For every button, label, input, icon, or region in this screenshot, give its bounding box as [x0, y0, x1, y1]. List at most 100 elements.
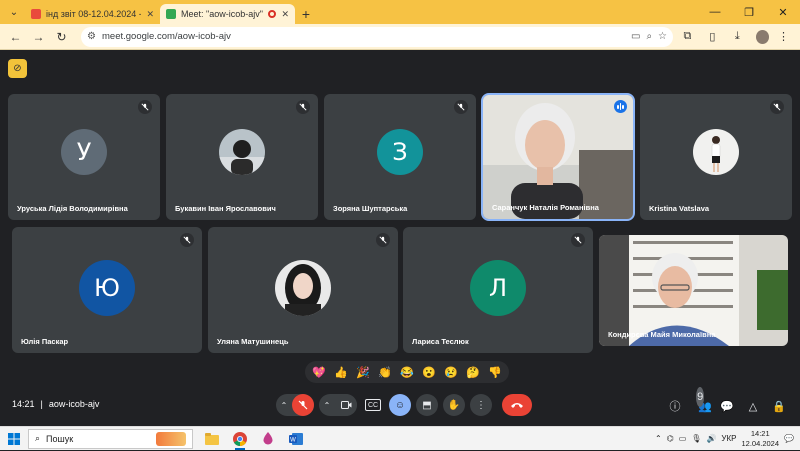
participant-count-badge: 9: [696, 387, 705, 407]
reaction-party-icon[interactable]: 🎉: [353, 362, 373, 382]
close-tab-icon[interactable]: ✕: [281, 9, 289, 20]
notifications-icon[interactable]: 💬: [784, 434, 794, 443]
zoom-icon[interactable]: ⌕: [646, 31, 652, 42]
reactions-bar: 💖 👍 🎉 👏 😂 😮 😢 🤔 👎: [305, 361, 509, 383]
participant-tile[interactable]: Kristina Vatslava: [640, 94, 792, 220]
reaction-laugh-icon[interactable]: 😂: [397, 362, 417, 382]
mic-off-icon: [454, 100, 468, 114]
participant-name: Зоряна Шуптарська: [333, 204, 408, 213]
participant-tile[interactable]: У Уруська Лідія Володимирівна: [8, 94, 160, 220]
emoji-reactions-button[interactable]: ☺: [389, 394, 411, 416]
close-window-icon[interactable]: ✕: [766, 0, 800, 24]
leave-call-button[interactable]: [502, 394, 532, 416]
meet-favicon-icon: [166, 9, 176, 19]
reaction-surprised-icon[interactable]: 😮: [419, 362, 439, 382]
network-icon[interactable]: ⌬: [667, 434, 674, 443]
side-panel-icon[interactable]: ▯: [702, 27, 723, 47]
browser-tab-bar: ⌄ інд звіт 08-12.04.2024 - m.koru ✕ Meet…: [0, 0, 800, 24]
chrome-icon[interactable]: [227, 427, 253, 451]
taskbar-clock[interactable]: 14:21 12.04.2024: [741, 429, 779, 449]
volume-icon[interactable]: 🔊: [706, 434, 716, 443]
reaction-clap-icon[interactable]: 👏: [375, 362, 395, 382]
word-icon[interactable]: W: [283, 427, 309, 451]
system-tray: ⌃ ⌬ ▭ 🎙 🔊 УКР 14:21 12.04.2024 💬: [655, 429, 800, 449]
reaction-heart-icon[interactable]: 💖: [309, 362, 329, 382]
people-icon[interactable]: 9 👥: [690, 387, 712, 416]
avatar: [275, 260, 331, 316]
participant-video: [483, 95, 633, 219]
activities-icon[interactable]: △: [742, 396, 764, 416]
monitor-icon[interactable]: ▭: [679, 434, 687, 443]
clock-date: 12.04.2024: [741, 438, 780, 448]
taskbar-search[interactable]: ⌕ Пошук: [28, 428, 193, 449]
participant-name: Букавин Іван Ярославович: [175, 204, 276, 213]
camera-button[interactable]: [335, 394, 357, 416]
new-tab-button[interactable]: +: [295, 4, 317, 24]
side-controls: ⓘ 9 👥 💬 △ 🔒: [664, 387, 790, 416]
omnibox[interactable]: ⚙ meet.google.com/aow-icob-ajv ▭ ⌕ ☆: [81, 26, 674, 47]
browser-tab-report[interactable]: інд звіт 08-12.04.2024 - m.koru ✕: [25, 4, 160, 24]
app-drop-icon[interactable]: [255, 427, 281, 451]
captions-button[interactable]: CC: [365, 399, 381, 411]
avatar: Ю: [79, 260, 135, 316]
mic-off-button[interactable]: [292, 394, 314, 416]
maximize-icon[interactable]: ❐: [732, 0, 766, 24]
video-options-chevron-icon[interactable]: ⌃: [319, 394, 335, 416]
windows-start-icon[interactable]: [0, 427, 28, 451]
mic-off-icon: [296, 100, 310, 114]
tab-title: інд звіт 08-12.04.2024 - m.koru: [46, 9, 141, 19]
reaction-thumbs-up-icon[interactable]: 👍: [331, 362, 351, 382]
participant-tile[interactable]: Уляна Матушинець: [208, 227, 398, 353]
participant-tile-active-speaker[interactable]: Саранчук Наталія Романівна: [481, 93, 635, 221]
mic-control-group: ⌃: [276, 394, 314, 416]
camera-control-group: ⌃: [319, 394, 357, 416]
reaction-thinking-icon[interactable]: 🤔: [463, 362, 483, 382]
extensions-icon[interactable]: ⧉: [677, 27, 698, 47]
language-indicator[interactable]: УКР: [721, 434, 736, 443]
more-options-button[interactable]: ⋮: [470, 394, 492, 416]
captions-off-icon[interactable]: ⊘: [8, 59, 27, 78]
meeting-code[interactable]: aow-icob-ajv: [49, 399, 100, 409]
address-bar-row: ← → ↻ ⚙ meet.google.com/aow-icob-ajv ▭ ⌕…: [0, 24, 800, 50]
menu-icon[interactable]: ⋮: [773, 27, 794, 47]
raise-hand-button[interactable]: ✋: [443, 394, 465, 416]
audio-options-chevron-icon[interactable]: ⌃: [276, 394, 292, 416]
gmail-favicon-icon: [31, 9, 41, 19]
tab-title: Meet: "aow-icob-ajv": [181, 9, 263, 19]
participant-tile[interactable]: Ю Юлія Паскар: [12, 227, 202, 353]
participant-tile[interactable]: Кондирєва Майя Миколаївна: [599, 235, 788, 346]
close-tab-icon[interactable]: ✕: [146, 9, 154, 20]
camera-icon[interactable]: ▭: [631, 31, 640, 42]
minimize-icon[interactable]: —: [698, 0, 732, 24]
site-info-icon[interactable]: ⚙: [87, 31, 96, 42]
windows-taskbar: ⌕ Пошук W ⌃ ⌬ ▭ 🎙 🔊 УКР 14:21 12.04.2024…: [0, 426, 800, 450]
participant-tile[interactable]: Л Лариса Теслюк: [403, 227, 593, 353]
browser-tab-meet[interactable]: Meet: "aow-icob-ajv" ✕: [160, 4, 295, 24]
call-controls: ⌃ ⌃ CC ☺ ⬒ ✋ ⋮: [276, 394, 532, 416]
taskbar-apps: W: [199, 427, 309, 451]
tray-chevron-icon[interactable]: ⌃: [655, 434, 662, 443]
file-explorer-icon[interactable]: [199, 427, 225, 451]
download-icon[interactable]: ⤓: [727, 27, 748, 47]
present-screen-button[interactable]: ⬒: [416, 394, 438, 416]
participant-tile[interactable]: Букавин Іван Ярославович: [166, 94, 318, 220]
meeting-details-icon[interactable]: ⓘ: [664, 396, 686, 416]
reload-icon[interactable]: ↻: [52, 27, 71, 47]
mic-off-icon: [376, 233, 390, 247]
reaction-sad-icon[interactable]: 😢: [441, 362, 461, 382]
star-icon[interactable]: ☆: [658, 31, 667, 42]
back-icon[interactable]: ←: [6, 27, 25, 47]
forward-icon[interactable]: →: [29, 27, 48, 47]
profile-avatar[interactable]: [755, 29, 770, 44]
mic-off-icon: [180, 233, 194, 247]
speaking-indicator-icon: [614, 100, 627, 113]
reaction-thumbs-down-icon[interactable]: 👎: [485, 362, 505, 382]
participant-tile[interactable]: З Зоряна Шуптарська: [324, 94, 476, 220]
avatar: Л: [470, 260, 526, 316]
url-text[interactable]: meet.google.com/aow-icob-ajv: [102, 31, 625, 42]
host-controls-icon[interactable]: 🔒: [768, 396, 790, 416]
tab-search-chevron-icon[interactable]: ⌄: [3, 1, 25, 23]
participant-name: Лариса Теслюк: [412, 337, 469, 346]
chat-icon[interactable]: 💬: [716, 396, 738, 416]
mic-icon[interactable]: 🎙: [691, 434, 701, 443]
